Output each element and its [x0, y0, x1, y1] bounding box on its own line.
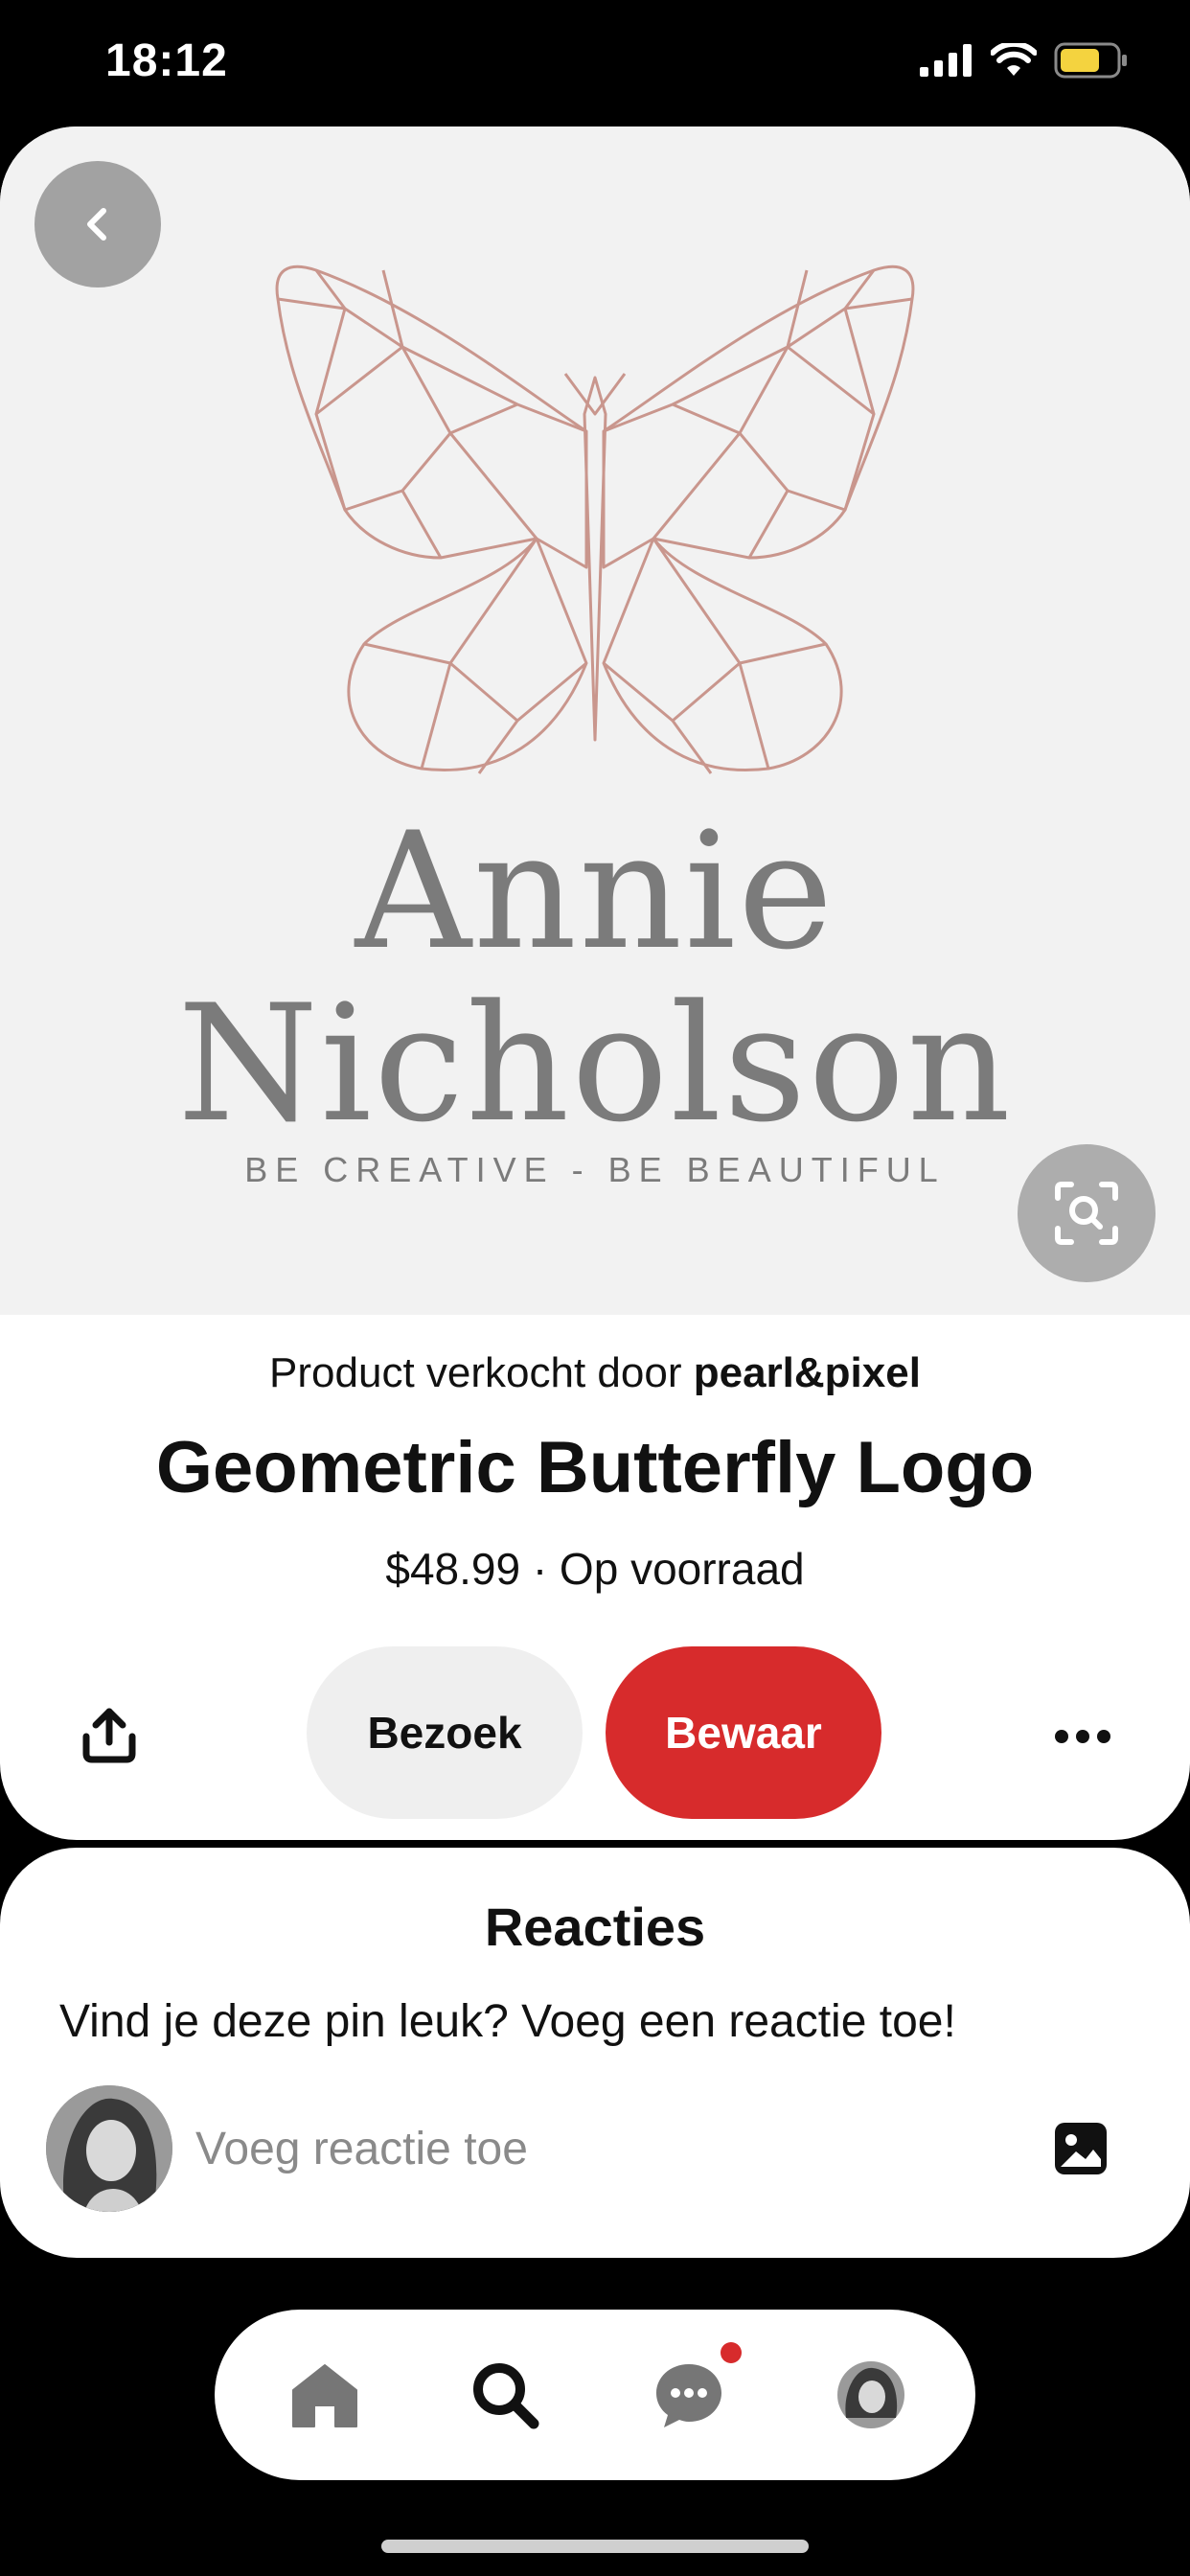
logo-tagline: BE CREATIVE - BE BEAUTIFUL: [244, 1150, 946, 1189]
save-button[interactable]: Bewaar: [606, 1646, 881, 1819]
tab-search[interactable]: [462, 2352, 548, 2438]
user-avatar-image: [46, 2085, 172, 2212]
visual-search-icon: [1055, 1182, 1118, 1245]
price-availability: $48.99 · Op voorraad: [385, 1544, 805, 1594]
seller-line: Product verkocht door pearl&pixel: [0, 1349, 1190, 1397]
comments-section: Reacties Vind je deze pin leuk? Voeg een…: [0, 1848, 1190, 2258]
home-indicator: [381, 2540, 809, 2553]
share-button[interactable]: [73, 1698, 146, 1771]
comments-title: Reacties: [484, 1897, 706, 1957]
comments-prompt: Vind je deze pin leuk? Voeg een reactie …: [59, 1996, 956, 2047]
chevron-left-icon: [87, 208, 106, 241]
status-time: 18:12: [105, 35, 228, 86]
logo-name-first: Annie: [355, 797, 835, 985]
wifi-icon: [991, 43, 1037, 76]
back-button[interactable]: [34, 161, 161, 288]
comment-input[interactable]: [195, 2101, 1000, 2196]
search-icon: [473, 2363, 539, 2429]
chat-bubble-icon: [656, 2364, 721, 2427]
visit-button[interactable]: Bezoek: [307, 1646, 583, 1819]
more-options-button[interactable]: [1044, 1698, 1121, 1775]
home-icon: [292, 2364, 357, 2427]
tab-home[interactable]: [282, 2352, 368, 2438]
status-icons: [920, 42, 1129, 79]
pin-card: Annie Nicholson BE CREATIVE - BE BEAUTIF…: [0, 126, 1190, 1840]
cellular-signal-icon: [920, 44, 972, 77]
seller-prefix: Product verkocht door: [269, 1349, 682, 1396]
battery-icon: [1054, 42, 1127, 79]
pin-image[interactable]: Annie Nicholson BE CREATIVE - BE BEAUTIF…: [0, 126, 1190, 1315]
tab-messages[interactable]: [646, 2352, 732, 2438]
share-icon: [82, 1708, 136, 1763]
avatar: [46, 2085, 172, 2212]
butterfly-logo-graphic: [275, 264, 915, 774]
tab-profile[interactable]: [828, 2352, 914, 2438]
notification-badge: [721, 2342, 742, 2363]
seller-name[interactable]: pearl&pixel: [694, 1349, 921, 1396]
image-icon: [1055, 2123, 1107, 2174]
product-title: Geometric Butterfly Logo: [155, 1427, 1035, 1508]
status-bar: 18:12: [0, 0, 1190, 126]
visual-search-button[interactable]: [1018, 1144, 1156, 1282]
logo-name-last: Nicholson: [177, 970, 1013, 1158]
attach-image-button[interactable]: [1048, 2116, 1113, 2181]
more-dots-icon: [1055, 1730, 1110, 1743]
profile-avatar-icon: [837, 2361, 904, 2428]
bottom-tab-bar: [215, 2310, 975, 2480]
